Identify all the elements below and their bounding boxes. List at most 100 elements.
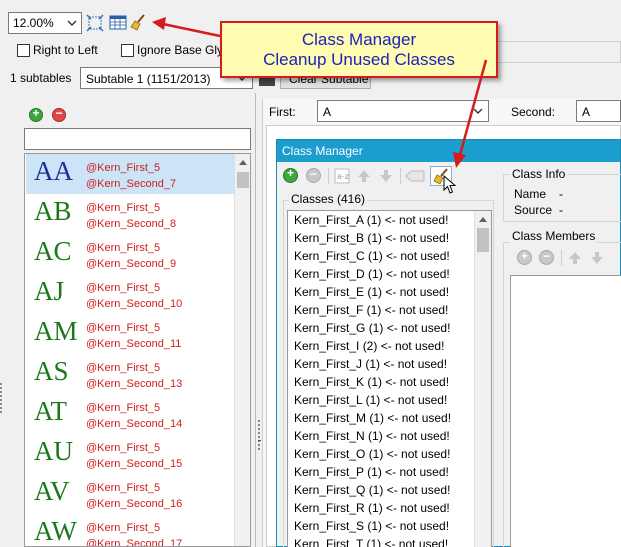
right-to-left-label: Right to Left <box>33 43 98 57</box>
list-item[interactable]: AU @Kern_First_5 @Kern_Second_15 <box>26 434 234 474</box>
second-class: @Kern_Second_16 <box>86 498 183 510</box>
first-class: @Kern_First_5 <box>86 402 161 414</box>
second-combo[interactable]: A <box>576 100 621 122</box>
sort-icon[interactable]: a-z <box>334 168 350 184</box>
arrow-down-icon[interactable] <box>378 168 394 184</box>
subtable-value: Subtable 1 (1151/2013) <box>86 72 211 86</box>
first-class: @Kern_First_5 <box>86 242 161 254</box>
pair-glyphs: AU <box>34 436 73 466</box>
arrow-up-icon[interactable] <box>479 217 487 222</box>
add-icon[interactable]: + <box>283 166 298 183</box>
first-class: @Kern_First_5 <box>86 362 161 374</box>
list-item[interactable]: Kern_First_S (1) <- not used! <box>294 519 449 533</box>
list-item[interactable]: Kern_First_K (1) <- not used! <box>294 375 449 389</box>
class-info-header: Class Info <box>510 167 568 181</box>
right-to-left-checkbox[interactable] <box>17 44 30 57</box>
remove-icon[interactable]: − <box>52 106 66 122</box>
second-class: @Kern_Second_14 <box>86 418 183 430</box>
scroll-thumb[interactable] <box>477 228 489 252</box>
first-combo[interactable]: A <box>317 100 489 122</box>
remove-member-icon[interactable]: − <box>539 249 554 265</box>
list-item[interactable]: Kern_First_O (1) <- not used! <box>294 447 450 461</box>
first-label: First: <box>269 105 296 119</box>
list-item[interactable]: AS @Kern_First_5 @Kern_Second_13 <box>26 354 234 394</box>
list-item[interactable]: Kern_First_T (1) <- not used! <box>294 537 448 547</box>
classes-list[interactable]: Kern_First_A (1) <- not used! Kern_First… <box>287 210 492 547</box>
broom-icon[interactable] <box>130 13 148 31</box>
class-members-list[interactable] <box>510 275 621 547</box>
ignore-base-checkbox[interactable] <box>121 44 134 57</box>
first-value: A <box>323 105 332 119</box>
pairs-scrollbar[interactable] <box>234 154 250 546</box>
source-value: - <box>559 203 563 217</box>
list-item[interactable]: AA @Kern_First_5 @Kern_Second_7 <box>26 154 234 194</box>
list-item[interactable]: Kern_First_J (1) <- not used! <box>294 357 447 371</box>
list-item[interactable]: AJ @Kern_First_5 @Kern_Second_10 <box>26 274 234 314</box>
list-item[interactable]: Kern_First_C (1) <- not used! <box>294 249 450 263</box>
zoom-combo[interactable]: 12.00% <box>8 12 82 34</box>
dialog-title: Class Manager <box>282 144 363 158</box>
subtables-label: 1 subtables <box>10 71 72 85</box>
fit-icon[interactable] <box>86 14 104 32</box>
list-item[interactable]: Kern_First_R (1) <- not used! <box>294 501 450 515</box>
name-label: Name <box>514 187 547 201</box>
first-class: @Kern_First_5 <box>86 322 161 334</box>
pairs-search-input[interactable] <box>24 128 251 150</box>
callout-arrow-left <box>162 22 221 38</box>
add-member-icon[interactable]: + <box>517 249 532 265</box>
second-label: Second: <box>511 105 556 119</box>
list-item[interactable]: Kern_First_A (1) <- not used! <box>294 213 448 227</box>
second-class: @Kern_Second_11 <box>86 338 182 350</box>
list-item[interactable]: Kern_First_F (1) <- not used! <box>294 303 448 317</box>
pair-glyphs: AW <box>34 516 77 546</box>
rename-icon[interactable] <box>405 169 425 183</box>
classes-scrollbar[interactable] <box>474 211 491 547</box>
list-item[interactable]: Kern_First_D (1) <- not used! <box>294 267 450 281</box>
list-item[interactable]: Kern_First_M (1) <- not used! <box>294 411 451 425</box>
list-item[interactable]: AM @Kern_First_5 @Kern_Second_11 <box>26 314 234 354</box>
second-value: A <box>582 105 591 119</box>
first-class: @Kern_First_5 <box>86 482 161 494</box>
pair-glyphs: AT <box>34 396 67 426</box>
table-icon[interactable] <box>109 14 127 32</box>
arrow-up-icon[interactable] <box>239 160 247 165</box>
list-item[interactable]: Kern_First_P (1) <- not used! <box>294 465 449 479</box>
dialog-title-bar[interactable]: Class Manager <box>277 140 620 162</box>
arrow-down-icon[interactable] <box>589 250 605 266</box>
chevron-down-icon <box>67 20 77 26</box>
list-item[interactable]: Kern_First_E (1) <- not used! <box>294 285 449 299</box>
list-item[interactable]: AV @Kern_First_5 @Kern_Second_16 <box>26 474 234 514</box>
pairs-list[interactable]: AA @Kern_First_5 @Kern_Second_7 AB @Kern… <box>24 153 251 547</box>
first-class: @Kern_First_5 <box>86 162 161 174</box>
first-class: @Kern_First_5 <box>86 202 161 214</box>
svg-text:a-z: a-z <box>337 172 349 181</box>
splitter-handle[interactable] <box>0 383 2 413</box>
pair-glyphs: AM <box>34 316 78 346</box>
scroll-thumb[interactable] <box>237 172 249 188</box>
name-value: - <box>559 187 563 201</box>
add-icon[interactable]: + <box>29 106 43 122</box>
cursor-icon <box>443 175 457 194</box>
list-item[interactable]: Kern_First_G (1) <- not used! <box>294 321 450 335</box>
splitter-handle[interactable] <box>258 420 260 450</box>
list-item[interactable]: Kern_First_L (1) <- not used! <box>294 393 447 407</box>
callout-line-2: Cleanup Unused Classes <box>263 50 455 69</box>
remove-icon[interactable]: − <box>306 167 321 183</box>
arrow-up-icon[interactable] <box>567 250 583 266</box>
arrow-up-icon[interactable] <box>356 168 372 184</box>
second-class: @Kern_Second_7 <box>86 178 177 190</box>
toolbar-separator <box>400 168 401 184</box>
list-item[interactable]: Kern_First_N (1) <- not used! <box>294 429 450 443</box>
list-item[interactable]: AC @Kern_First_5 @Kern_Second_9 <box>26 234 234 274</box>
classes-header: Classes (416) <box>289 192 368 206</box>
annotation-callout: Class Manager Cleanup Unused Classes <box>220 21 498 78</box>
list-item[interactable]: Kern_First_I (2) <- not used! <box>294 339 444 353</box>
list-item[interactable]: Kern_First_Q (1) <- not used! <box>294 483 450 497</box>
pair-glyphs: AS <box>34 356 69 386</box>
second-class: @Kern_Second_13 <box>86 378 183 390</box>
list-item[interactable]: AW @Kern_First_5 @Kern_Second_17 <box>26 514 234 546</box>
callout-line-1: Class Manager <box>301 30 417 49</box>
list-item[interactable]: AB @Kern_First_5 @Kern_Second_8 <box>26 194 234 234</box>
list-item[interactable]: Kern_First_B (1) <- not used! <box>294 231 449 245</box>
list-item[interactable]: AT @Kern_First_5 @Kern_Second_14 <box>26 394 234 434</box>
